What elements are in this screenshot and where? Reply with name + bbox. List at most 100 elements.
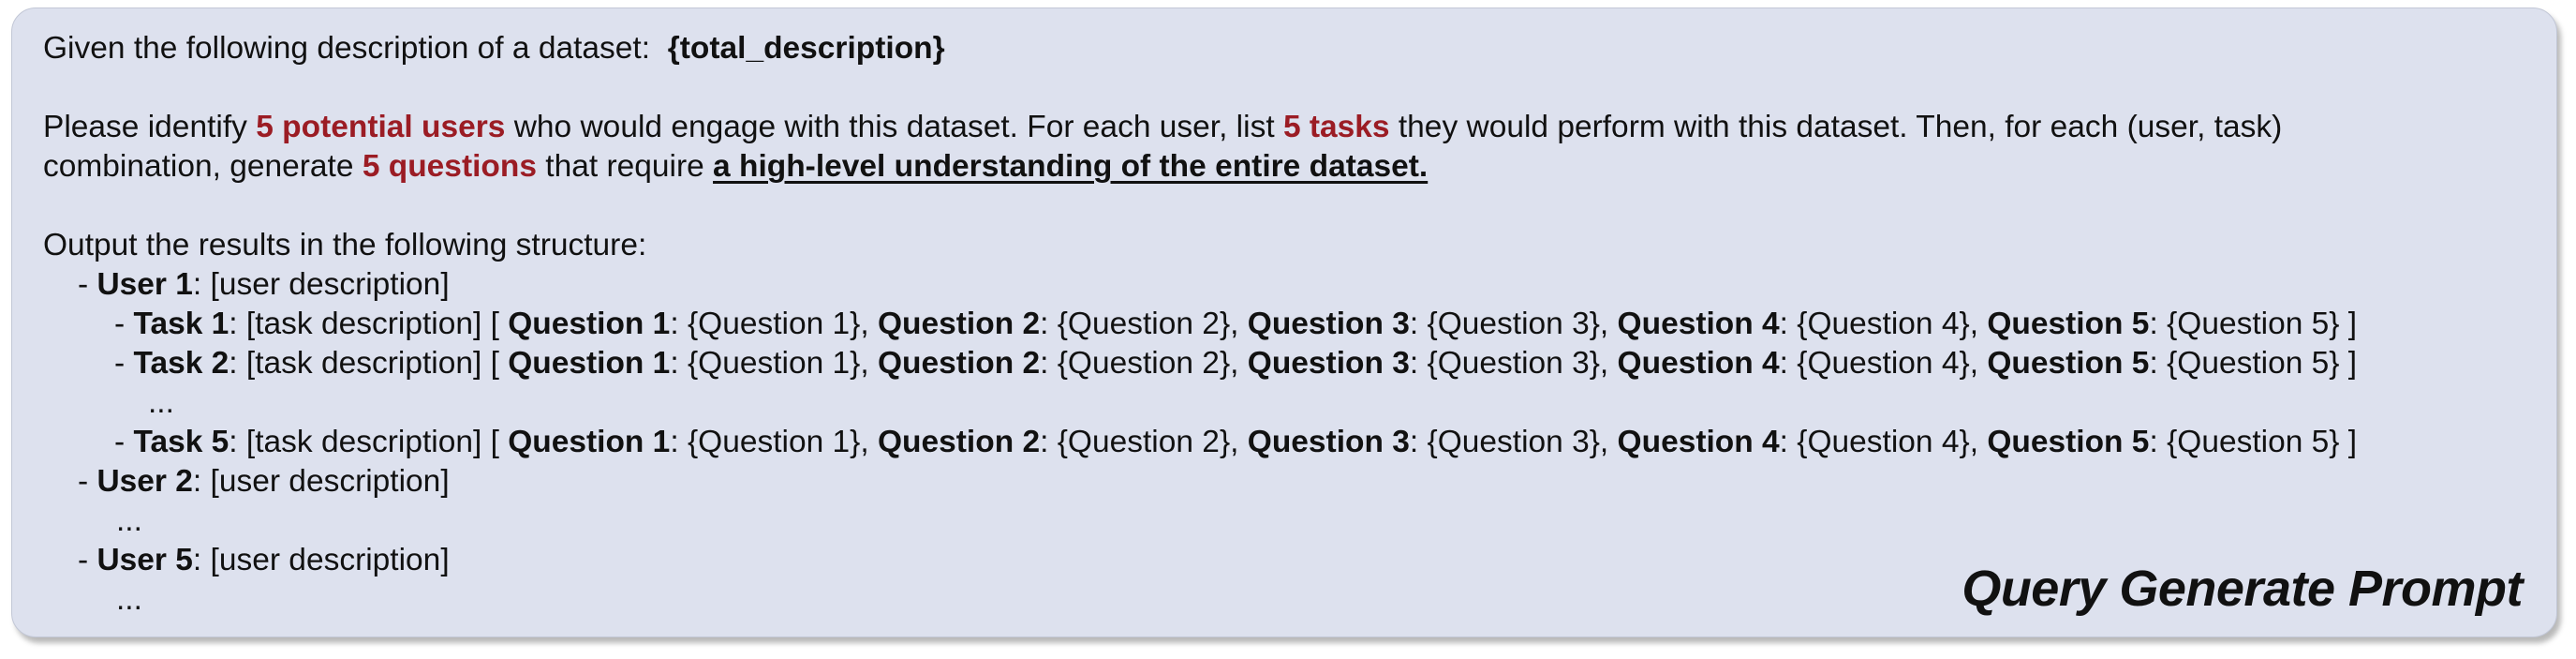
separator: ,	[1230, 425, 1248, 459]
colon: :	[1779, 425, 1788, 459]
question-label: Question 5	[1987, 346, 2150, 381]
question-value: {Question 1}	[678, 425, 861, 459]
task-description: [task description] [	[237, 425, 509, 459]
colon: :	[670, 346, 679, 381]
bracket-close: ]	[2339, 307, 2358, 341]
user-description: [user description]	[201, 543, 450, 577]
question-label: Question 3	[1247, 346, 1410, 381]
colon: :	[192, 543, 202, 577]
user-description: [user description]	[201, 464, 450, 499]
ellipsis: ...	[116, 503, 142, 538]
separator: ,	[1599, 346, 1618, 381]
question-value: {Question 1}	[678, 307, 861, 341]
question-label: Question 5	[1987, 425, 2150, 459]
question-value: {Question 2}	[1048, 425, 1231, 459]
user-label: User 1	[96, 267, 193, 302]
users-count-highlight: 5 potential users	[256, 110, 506, 144]
question-label: Question 2	[877, 307, 1041, 341]
colon: :	[2149, 307, 2158, 341]
separator: ,	[1599, 425, 1618, 459]
question-value: {Question 3}	[1418, 425, 1600, 459]
colon: :	[192, 464, 202, 499]
separator: ,	[860, 307, 878, 341]
question-value: {Question 2}	[1048, 346, 1231, 381]
question-label: Question 5	[1987, 307, 2150, 341]
instruction-text: they would perform with this dataset. Th…	[1389, 110, 2283, 144]
question-label: Question 2	[877, 346, 1041, 381]
bullet-dash: -	[78, 464, 97, 499]
separator: ,	[1969, 346, 1988, 381]
question-value: {Question 5}	[2157, 425, 2340, 459]
colon: :	[1779, 307, 1788, 341]
question-value: {Question 5}	[2157, 346, 2340, 381]
bullet-dash: -	[78, 267, 97, 302]
task-description: [task description] [	[237, 346, 509, 381]
question-value: {Question 1}	[678, 346, 861, 381]
instruction-line-1: Please identify 5 potential users who wo…	[43, 108, 2556, 147]
colon: :	[2149, 425, 2158, 459]
task-5-line: - Task 5: [task description] [ Question …	[43, 423, 2556, 462]
question-label: Question 1	[508, 307, 671, 341]
separator: ,	[1969, 307, 1988, 341]
bullet-dash: -	[114, 346, 134, 381]
colon: :	[229, 346, 238, 381]
user-1-line: - User 1: [user description]	[43, 265, 2556, 305]
question-value: {Question 4}	[1787, 425, 1970, 459]
colon: :	[2149, 346, 2158, 381]
question-label: Question 4	[1617, 307, 1780, 341]
question-label: Question 2	[877, 425, 1041, 459]
instruction-text: combination, generate	[43, 149, 363, 184]
intro-line: Given the following description of a dat…	[43, 29, 2556, 68]
user-label: User 2	[96, 464, 193, 499]
separator: ,	[1230, 346, 1248, 381]
separator: ,	[860, 346, 878, 381]
colon: :	[192, 267, 202, 302]
question-value: {Question 4}	[1787, 307, 1970, 341]
bracket-close: ]	[2339, 425, 2358, 459]
separator: ,	[1230, 307, 1248, 341]
instruction-text: who would engage with this dataset. For …	[505, 110, 1283, 144]
question-label: Question 1	[508, 346, 671, 381]
user-2-line: - User 2: [user description]	[43, 462, 2556, 502]
colon: :	[1409, 307, 1419, 341]
task-description: [task description] [	[237, 307, 509, 341]
bullet-dash: -	[114, 425, 134, 459]
task-label: Task 5	[133, 425, 229, 459]
task-2-line: - Task 2: [task description] [ Question …	[43, 344, 2556, 383]
question-label: Question 4	[1617, 346, 1780, 381]
question-value: {Question 3}	[1418, 346, 1600, 381]
intro-text: Given the following description of a dat…	[43, 31, 651, 66]
task-label: Task 2	[133, 346, 229, 381]
instruction-text: that require	[536, 149, 714, 184]
structure-intro: Output the results in the following stru…	[43, 228, 647, 262]
emphasis-underlined: a high-level understanding of the entire…	[713, 149, 1429, 184]
question-label: Question 3	[1247, 307, 1410, 341]
question-label: Question 1	[508, 425, 671, 459]
bullet-dash: -	[78, 543, 97, 577]
tasks-count-highlight: 5 tasks	[1282, 110, 1390, 144]
user-description: [user description]	[201, 267, 450, 302]
colon: :	[1409, 346, 1419, 381]
questions-count-highlight: 5 questions	[362, 149, 537, 184]
description-placeholder: {total_description}	[667, 31, 945, 66]
separator: ,	[1969, 425, 1988, 459]
question-value: {Question 3}	[1418, 307, 1600, 341]
task-1-line: - Task 1: [task description] [ Question …	[43, 305, 2556, 344]
colon: :	[670, 425, 679, 459]
prompt-card: Given the following description of a dat…	[11, 7, 2557, 637]
question-label: Question 4	[1617, 425, 1780, 459]
separator: ,	[1599, 307, 1618, 341]
prompt-title: Query Generate Prompt	[1962, 561, 2523, 617]
ellipsis: ...	[148, 385, 174, 420]
colon: :	[1409, 425, 1419, 459]
colon: :	[670, 307, 679, 341]
instruction-line-2: combination, generate 5 questions that r…	[43, 147, 2556, 187]
separator: ,	[860, 425, 878, 459]
colon: :	[229, 307, 238, 341]
bullet-dash: -	[114, 307, 134, 341]
colon: :	[1779, 346, 1788, 381]
question-value: {Question 4}	[1787, 346, 1970, 381]
bracket-close: ]	[2339, 346, 2358, 381]
